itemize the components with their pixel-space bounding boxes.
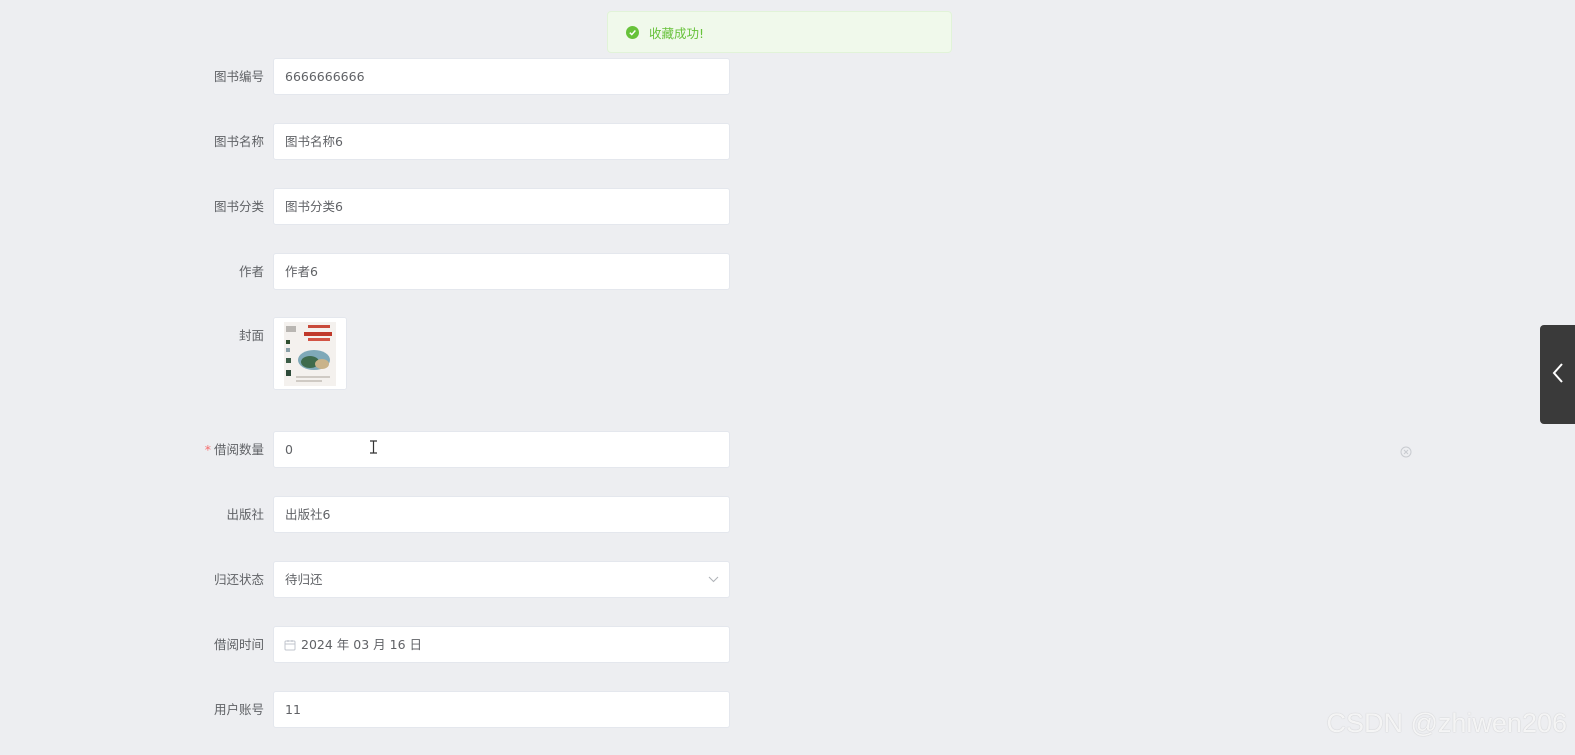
book-name-label: 图书名称 bbox=[213, 134, 264, 149]
author-input[interactable]: 作者6 bbox=[273, 253, 730, 290]
success-toast: 收藏成功! bbox=[607, 11, 952, 53]
book-name-input[interactable]: 图书名称6 bbox=[273, 123, 730, 160]
borrow-time-datepicker[interactable]: 2024 年 03 月 16 日 bbox=[273, 626, 730, 663]
book-category-input[interactable]: 图书分类6 bbox=[273, 188, 730, 225]
form-row-book-no: 图书编号 6666666666 bbox=[0, 58, 740, 95]
user-account-label: 用户账号 bbox=[213, 702, 264, 717]
return-status-value: 待归还 bbox=[285, 572, 323, 587]
cover-image[interactable] bbox=[273, 317, 347, 390]
form-row-author: 作者 作者6 bbox=[0, 253, 740, 290]
toast-message: 收藏成功! bbox=[649, 25, 705, 41]
form-row-borrow-time: 借阅时间 2024 年 03 月 16 日 bbox=[0, 626, 740, 663]
text-cursor-icon bbox=[369, 439, 378, 458]
borrow-qty-input[interactable]: 0 bbox=[273, 431, 730, 468]
publisher-label: 出版社 bbox=[226, 507, 264, 522]
chevron-down-icon bbox=[708, 562, 719, 597]
book-no-input[interactable]: 6666666666 bbox=[273, 58, 730, 95]
borrow-time-value: 2024 年 03 月 16 日 bbox=[301, 637, 422, 652]
close-circle-icon[interactable] bbox=[1400, 443, 1412, 462]
check-circle-icon bbox=[626, 25, 639, 39]
book-no-label: 图书编号 bbox=[213, 69, 264, 84]
user-account-input[interactable]: 11 bbox=[273, 691, 730, 728]
calendar-icon bbox=[284, 639, 296, 651]
chevron-left-icon bbox=[1552, 362, 1564, 388]
return-status-select[interactable]: 待归还 bbox=[273, 561, 730, 598]
return-status-label: 归还状态 bbox=[213, 572, 264, 587]
borrow-time-label: 借阅时间 bbox=[213, 637, 264, 652]
side-panel-toggle[interactable] bbox=[1540, 325, 1575, 424]
required-mark: * bbox=[204, 442, 211, 457]
book-borrow-detail-page: 收藏成功! 图书编号 6666666666 图书名称 图书名称6 图书分类 图书… bbox=[0, 0, 1575, 755]
form-row-user-account: 用户账号 11 bbox=[0, 691, 740, 728]
cover-label: 封面 bbox=[238, 328, 264, 343]
borrow-qty-label: * 借阅数量 bbox=[205, 431, 264, 468]
form-row-book-category: 图书分类 图书分类6 bbox=[0, 188, 740, 225]
form-row-book-name: 图书名称 图书名称6 bbox=[0, 123, 740, 160]
borrow-qty-label-text: 借阅数量 bbox=[213, 442, 264, 457]
publisher-input[interactable]: 出版社6 bbox=[273, 496, 730, 533]
form-row-publisher: 出版社 出版社6 bbox=[0, 496, 740, 533]
book-category-label: 图书分类 bbox=[213, 199, 264, 214]
author-label: 作者 bbox=[238, 264, 264, 279]
watermark-text: CSDN @zhiwen206 bbox=[1326, 708, 1567, 738]
form-row-return-status: 归还状态 待归还 bbox=[0, 561, 740, 598]
